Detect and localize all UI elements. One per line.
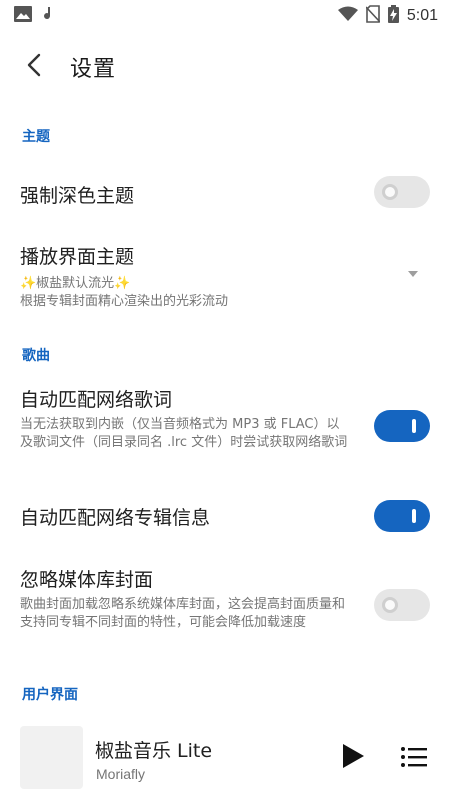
auto-album-switch[interactable] [374, 500, 430, 532]
ignore-cover-switch[interactable] [374, 589, 430, 621]
pref-auto-lyrics[interactable]: 自动匹配网络歌词 当无法获取到内嵌（仅当音频格式为 MP3 或 FLAC）以及歌… [20, 385, 430, 470]
pref-player-theme[interactable]: 播放界面主题 ✨椒盐默认流光✨ 根据专辑封面精心渲染出的光彩流动 [20, 242, 430, 312]
play-icon [340, 744, 366, 774]
section-header-ui: 用户界面 [22, 687, 78, 703]
mini-player[interactable]: 椒盐音乐 Lite Moriafly [0, 716, 450, 800]
pref-summary: 歌曲封面加载忽略系统媒体库封面，这会提高封面质量和支持同专辑不同封面的特性，可能… [20, 597, 346, 630]
app-bar: 设置 [0, 40, 450, 94]
section-header-lyrics: 歌曲 [22, 348, 50, 364]
pref-title: 自动匹配网络歌词 [20, 389, 173, 411]
pref-auto-album[interactable]: 自动匹配网络专辑信息 [20, 500, 430, 532]
switch-knob [412, 419, 416, 433]
switch-knob [382, 184, 398, 200]
section-header-theme: 主题 [22, 129, 50, 145]
player-theme-selected: ✨椒盐默认流光✨ [20, 276, 131, 291]
now-playing-artist: Moriafly [96, 766, 146, 782]
image-icon [14, 6, 32, 26]
force-dark-switch[interactable] [374, 176, 430, 208]
music-note-icon [42, 6, 54, 26]
player-theme-summary: 根据专辑封面精心渲染出的光彩流动 [20, 294, 229, 309]
back-button[interactable] [6, 40, 62, 94]
pref-title: 播放界面主题 [20, 246, 135, 268]
player-theme-value: ✨椒盐默认流光✨ 根据专辑封面精心渲染出的光彩流动 [20, 275, 380, 311]
chevron-left-icon [26, 53, 42, 81]
wifi-icon [337, 6, 358, 26]
status-time: 5:01 [406, 7, 438, 24]
play-button[interactable] [340, 742, 370, 772]
dropdown-arrow-icon [408, 271, 418, 277]
pref-ignore-cover[interactable]: 忽略媒体库封面 歌曲封面加载忽略系统媒体库封面，这会提高封面质量和支持同专辑不同… [20, 565, 430, 650]
status-bar: 5:01 [0, 0, 450, 32]
pref-force-dark[interactable]: 强制深色主题 [20, 176, 430, 212]
switch-knob [382, 597, 398, 613]
pref-summary: 当无法获取到内嵌（仅当音频格式为 MP3 或 FLAC）以及歌词文件（同目录同名… [20, 417, 348, 450]
auto-lyrics-switch[interactable] [374, 410, 430, 442]
switch-knob [412, 509, 416, 523]
battery-charging-icon [387, 5, 399, 27]
page-title: 设置 [70, 57, 117, 82]
playlist-icon [400, 747, 428, 772]
pref-title: 自动匹配网络专辑信息 [20, 507, 211, 529]
pref-title: 强制深色主题 [20, 185, 135, 207]
album-cover[interactable] [20, 726, 83, 789]
now-playing-title: 椒盐音乐 Lite [95, 740, 213, 762]
queue-button[interactable] [400, 746, 428, 770]
no-sim-icon [365, 5, 381, 27]
pref-title: 忽略媒体库封面 [20, 569, 154, 591]
